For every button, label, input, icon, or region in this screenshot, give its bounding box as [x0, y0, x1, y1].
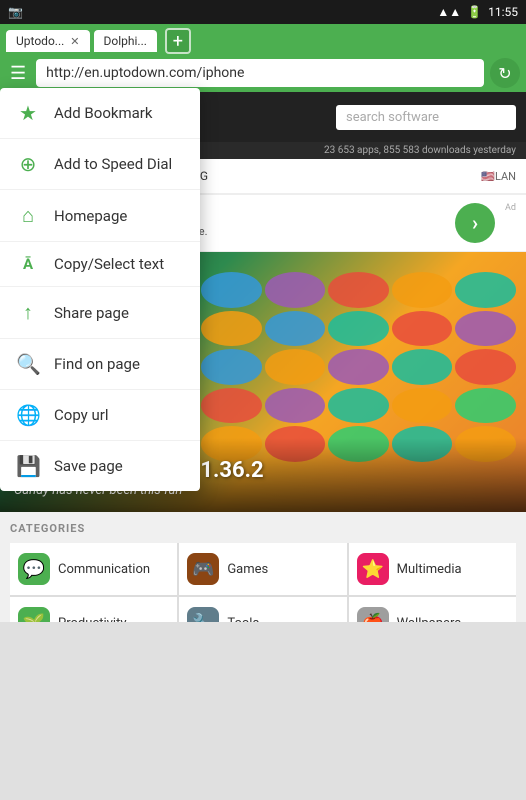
- save-page-label: Save page: [54, 457, 123, 475]
- homepage-label: Homepage: [54, 207, 127, 225]
- category-productivity-label: Productivity: [58, 616, 126, 623]
- copy-select-label: Copy/Select text: [54, 255, 164, 273]
- add-speed-dial-label: Add to Speed Dial: [54, 155, 172, 173]
- categories-grid: 💬 Communication 🎮 Games ⭐ Multimedia 🌱 P…: [10, 543, 516, 622]
- menu-item-add-bookmark[interactable]: ★ Add Bookmark: [0, 88, 200, 139]
- ad-btn-icon: ›: [472, 211, 478, 235]
- status-bar-left: 📷: [8, 5, 23, 19]
- category-tools-label: Tools: [227, 616, 259, 623]
- tab-2[interactable]: Dolphi...: [94, 30, 157, 52]
- battery-icon: 🔋: [467, 5, 482, 19]
- category-multimedia[interactable]: ⭐ Multimedia: [349, 543, 516, 595]
- address-bar-row: ☰ http://en.uptodown.com/iphone ↻: [6, 58, 520, 88]
- status-bar-right: ▲▲ 🔋 11:55: [437, 5, 518, 19]
- find-on-page-label: Find on page: [54, 355, 140, 373]
- address-bar[interactable]: http://en.uptodown.com/iphone: [36, 59, 484, 87]
- tools-icon: 🔧: [187, 607, 219, 622]
- category-productivity[interactable]: 🌱 Productivity: [10, 597, 177, 622]
- share-icon: ↑: [16, 300, 40, 325]
- category-tools[interactable]: 🔧 Tools: [179, 597, 346, 622]
- status-bar: 📷 ▲▲ 🔋 11:55: [0, 0, 526, 24]
- tab-1-label: Uptodo...: [16, 34, 64, 48]
- dropdown-menu: ★ Add Bookmark ⊕ Add to Speed Dial ⌂ Hom…: [0, 88, 200, 491]
- language-selector[interactable]: 🇺🇸 LAN: [481, 159, 516, 193]
- screenshot-icon: 📷: [8, 5, 23, 19]
- tab-1-close[interactable]: ✕: [70, 35, 79, 48]
- tab-2-label: Dolphi...: [104, 34, 147, 48]
- search-placeholder: search software: [346, 110, 439, 125]
- browser-menu-button[interactable]: ☰: [6, 61, 30, 86]
- wallpapers-icon: 🍎: [357, 607, 389, 622]
- wifi-icon: ▲▲: [437, 5, 461, 19]
- category-wallpapers[interactable]: 🍎 Wallpapers: [349, 597, 516, 622]
- games-icon: 🎮: [187, 553, 219, 585]
- refresh-button[interactable]: ↻: [490, 58, 520, 88]
- new-tab-button[interactable]: +: [165, 28, 191, 54]
- bookmark-icon: ★: [16, 101, 40, 125]
- category-communication-label: Communication: [58, 562, 150, 577]
- menu-item-save-page[interactable]: 💾 Save page: [0, 441, 200, 491]
- category-games-label: Games: [227, 562, 268, 577]
- menu-item-share-page[interactable]: ↑ Share page: [0, 287, 200, 339]
- browser-chrome: Uptodo... ✕ Dolphi... + ☰ http://en.upto…: [0, 24, 526, 92]
- url-text: http://en.uptodown.com/iphone: [46, 65, 244, 81]
- categories-section: CATEGORIES 💬 Communication 🎮 Games ⭐ Mul…: [0, 512, 526, 622]
- find-icon: 🔍: [16, 352, 40, 376]
- tab-1[interactable]: Uptodo... ✕: [6, 30, 90, 52]
- new-tab-icon: +: [173, 31, 183, 52]
- copy-url-label: Copy url: [54, 406, 108, 424]
- save-icon: 💾: [16, 454, 40, 478]
- lang-label: LAN: [495, 170, 516, 183]
- refresh-icon: ↻: [498, 64, 511, 83]
- search-box[interactable]: search software: [336, 105, 516, 130]
- menu-item-copy-select[interactable]: Ā Copy/Select text: [0, 242, 200, 287]
- copy-select-icon: Ā: [16, 255, 40, 273]
- share-page-label: Share page: [54, 304, 129, 322]
- category-wallpapers-label: Wallpapers: [397, 616, 461, 623]
- multimedia-icon: ⭐: [357, 553, 389, 585]
- menu-item-copy-url[interactable]: 🌐 Copy url: [0, 390, 200, 441]
- speed-dial-icon: ⊕: [16, 152, 40, 176]
- time-display: 11:55: [488, 5, 518, 19]
- menu-item-add-speed-dial[interactable]: ⊕ Add to Speed Dial: [0, 139, 200, 190]
- productivity-icon: 🌱: [18, 607, 50, 622]
- communication-icon: 💬: [18, 553, 50, 585]
- stats-text: 23 653 apps, 855 583 downloads yesterday: [324, 145, 516, 156]
- ad-corner-label: Ad: [505, 203, 516, 213]
- tabs-bar: Uptodo... ✕ Dolphi... +: [6, 28, 520, 54]
- ad-button[interactable]: ›: [455, 203, 495, 243]
- menu-item-homepage[interactable]: ⌂ Homepage: [0, 190, 200, 242]
- categories-label: CATEGORIES: [10, 522, 516, 535]
- home-icon: ⌂: [16, 203, 40, 228]
- category-communication[interactable]: 💬 Communication: [10, 543, 177, 595]
- category-multimedia-label: Multimedia: [397, 562, 462, 577]
- add-bookmark-label: Add Bookmark: [54, 104, 152, 122]
- category-games[interactable]: 🎮 Games: [179, 543, 346, 595]
- menu-item-find-on-page[interactable]: 🔍 Find on page: [0, 339, 200, 390]
- copy-url-icon: 🌐: [16, 403, 40, 427]
